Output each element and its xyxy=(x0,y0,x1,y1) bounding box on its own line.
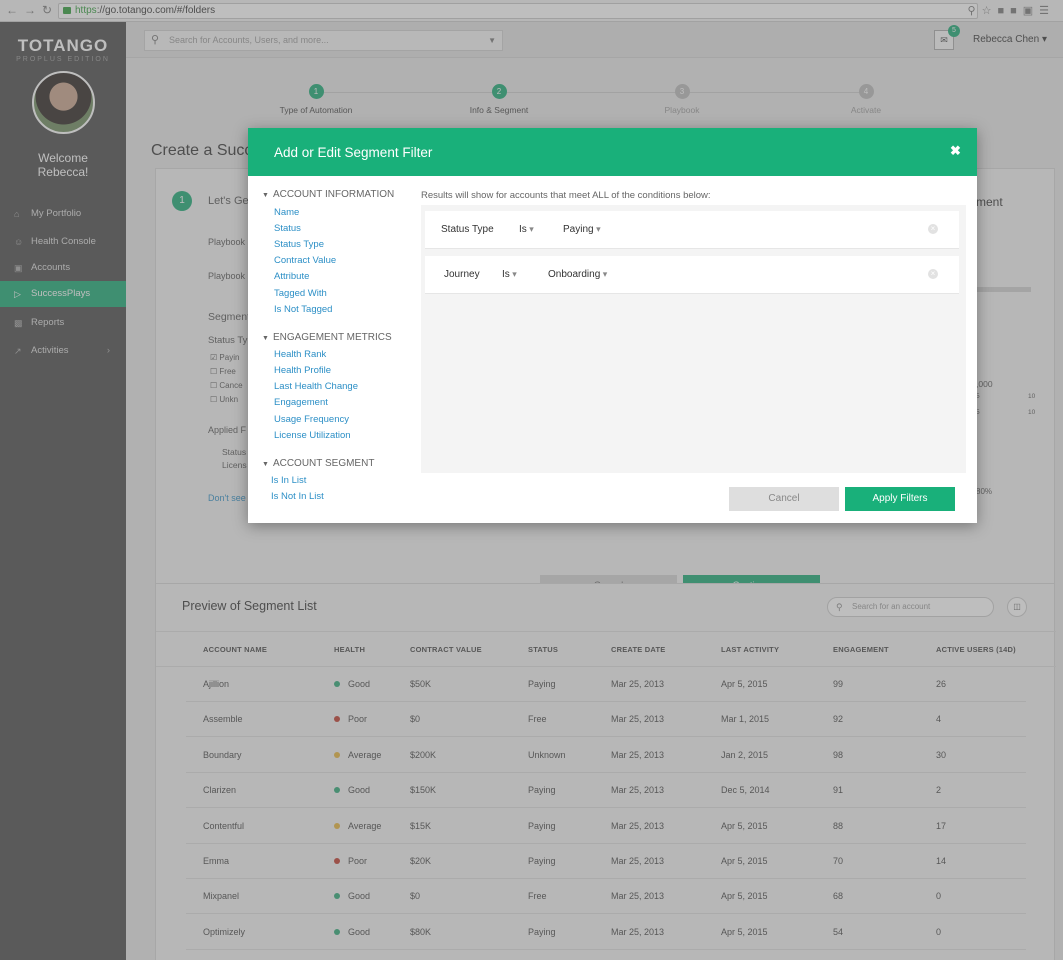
caret-down-icon: ▼ xyxy=(262,461,269,468)
condition-row: Status Type Is Paying × xyxy=(425,211,959,249)
filter-option-attribute[interactable]: Attribute xyxy=(274,271,309,282)
filter-group-title: ENGAGEMENT METRICS xyxy=(272,332,392,343)
condition-operator-dropdown[interactable]: Is xyxy=(519,224,534,235)
caret-down-icon: ▼ xyxy=(262,192,269,199)
condition-value-dropdown[interactable]: Paying xyxy=(563,224,601,235)
filter-option-health-profile[interactable]: Health Profile xyxy=(274,365,331,376)
filter-option-is-in-list[interactable]: Is In List xyxy=(271,475,306,486)
filter-group-title: ACCOUNT SEGMENT xyxy=(272,458,375,469)
apply-filters-button[interactable]: Apply Filters xyxy=(845,487,955,511)
modal-header: Add or Edit Segment Filter ✖ xyxy=(248,128,977,176)
condition-value-dropdown[interactable]: Onboarding xyxy=(548,269,607,280)
filter-option-contract-value[interactable]: Contract Value xyxy=(274,255,336,266)
conditions-list: Status Type Is Paying × Journey Is Onboa… xyxy=(421,205,966,473)
condition-row: Journey Is Onboarding × xyxy=(425,256,959,294)
filter-option-last-health-change[interactable]: Last Health Change xyxy=(274,381,358,392)
filter-option-engagement[interactable]: Engagement xyxy=(274,397,328,408)
filter-group-account-segment[interactable]: ▼ ACCOUNT SEGMENT xyxy=(262,458,374,469)
conditions-note: Results will show for accounts that meet… xyxy=(421,190,711,201)
condition-operator-dropdown[interactable]: Is xyxy=(502,269,517,280)
remove-condition-icon[interactable]: × xyxy=(928,269,938,279)
filter-group-title: ACCOUNT INFORMATION xyxy=(272,189,395,200)
modal-title: Add or Edit Segment Filter xyxy=(274,145,433,160)
filter-option-name[interactable]: Name xyxy=(274,207,299,218)
condition-field: Status Type xyxy=(441,224,494,235)
filter-option-tagged-with[interactable]: Tagged With xyxy=(274,288,327,299)
remove-condition-icon[interactable]: × xyxy=(928,224,938,234)
filter-group-account-information[interactable]: ▼ ACCOUNT INFORMATION xyxy=(262,189,394,200)
modal-cancel-button[interactable]: Cancel xyxy=(729,487,839,511)
filter-option-usage-frequency[interactable]: Usage Frequency xyxy=(274,414,349,425)
condition-field: Journey xyxy=(444,269,480,280)
caret-down-icon: ▼ xyxy=(262,335,269,342)
filter-group-engagement-metrics[interactable]: ▼ ENGAGEMENT METRICS xyxy=(262,332,392,343)
filter-option-is-not-tagged[interactable]: Is Not Tagged xyxy=(274,304,332,315)
filter-option-license-utilization[interactable]: License Utilization xyxy=(274,430,351,441)
filter-option-status-type[interactable]: Status Type xyxy=(274,239,324,250)
filter-option-is-not-in-list[interactable]: Is Not In List xyxy=(271,491,324,502)
filter-option-status[interactable]: Status xyxy=(274,223,301,234)
segment-filter-modal: Add or Edit Segment Filter ✖ ▼ ACCOUNT IN… xyxy=(248,128,977,523)
close-icon[interactable]: ✖ xyxy=(950,143,961,159)
filter-option-health-rank[interactable]: Health Rank xyxy=(274,349,326,360)
